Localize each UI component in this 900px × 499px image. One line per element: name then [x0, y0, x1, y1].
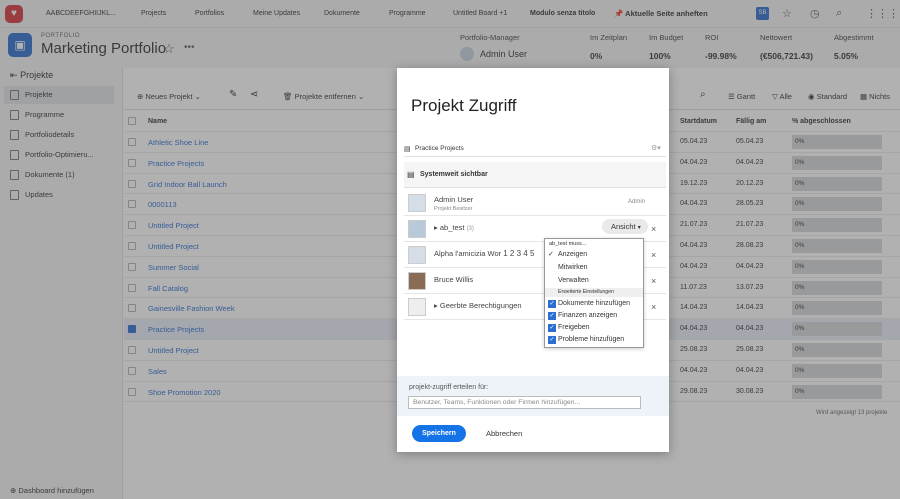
avatar	[408, 194, 426, 212]
chevron-down-icon: ▾	[637, 225, 641, 231]
advanced-settings-header[interactable]: Erweiterte Einstellungen	[545, 288, 643, 297]
advanced-settings-label: Erweiterte Einstellungen	[558, 289, 614, 295]
project-name: Practice Projects	[415, 145, 464, 152]
user-name-extra: 1 2 3 4 5	[503, 249, 535, 258]
remove-user-icon[interactable]: ×	[651, 302, 656, 312]
system-visible-label: Systemweit sichtbar	[420, 171, 488, 178]
menu-item-view[interactable]: Anzeigen	[558, 251, 587, 258]
remove-user-icon[interactable]: ×	[651, 276, 656, 286]
user-name: Admin User	[434, 195, 474, 204]
avatar	[408, 272, 426, 290]
user-row: Admin User Projekt Besitzer Admin	[404, 190, 666, 216]
checkbox-checked[interactable]: ✓	[548, 312, 556, 320]
checkbox-checked[interactable]: ✓	[548, 300, 556, 308]
option-add-documents[interactable]: Dokumente hinzufügen	[558, 300, 630, 307]
checkbox-checked[interactable]: ✓	[548, 324, 556, 332]
inherited-permissions-label: Geerbte Berechtigungen	[439, 301, 522, 310]
project-icon: ▤	[404, 146, 411, 153]
inherited-permissions-toggle[interactable]: ▸ Geerbte Berechtigungen	[434, 301, 522, 310]
building-icon: ▤	[407, 170, 415, 179]
share-section: projekt-zugriff erteilen für: Benutzer, …	[397, 376, 669, 416]
user-role: Projekt Besitzer	[434, 206, 473, 212]
member-count: (3)	[466, 226, 474, 232]
avatar	[408, 246, 426, 264]
option-add-issues[interactable]: Probleme hinzufügen	[558, 336, 624, 343]
dialog-title: Projekt Zugriff	[411, 96, 517, 115]
option-share[interactable]: Freigeben	[558, 324, 590, 331]
checkbox-checked[interactable]: ✓	[548, 336, 556, 344]
user-name[interactable]: ▸ ab_test (3)	[434, 223, 474, 232]
cancel-button[interactable]: Abbrechen	[486, 429, 522, 438]
share-input[interactable]: Benutzer, Teams, Funktionen oder Firmen …	[408, 396, 641, 409]
share-label: projekt-zugriff erteilen für:	[409, 384, 489, 391]
lock-folder-icon	[408, 298, 426, 316]
menu-item-manage[interactable]: Verwalten	[558, 277, 589, 284]
access-level-label: Ansicht	[611, 222, 636, 231]
access-level-dropdown[interactable]: Ansicht ▾	[602, 219, 648, 234]
user-name: Alpha l'amicizia Wor 1 2 3 4 5	[434, 249, 534, 258]
team-avatar	[408, 220, 426, 238]
checkmark-icon: ✓	[548, 251, 554, 258]
admin-badge: Admin	[628, 199, 646, 205]
user-name-text: ab_test	[439, 223, 465, 232]
remove-user-icon[interactable]: ×	[651, 250, 656, 260]
menu-item-contribute[interactable]: Mitwirken	[558, 264, 588, 271]
user-name: Bruce Willis	[434, 275, 474, 284]
project-selector[interactable]: ▤ Practice Projects ⚙▾	[404, 141, 666, 157]
system-visible-row: ▤ Systemweit sichtbar	[404, 162, 666, 188]
access-dropdown-menu: ab_test muss... ✓ Anzeigen Mitwirken Ver…	[544, 238, 644, 348]
settings-gear-icon[interactable]: ⚙▾	[651, 144, 661, 152]
user-name-text: Alpha l'amicizia Wor	[434, 249, 502, 258]
dropdown-heading: ab_test muss...	[549, 241, 587, 247]
option-view-finance[interactable]: Finanzen anzeigen	[558, 312, 617, 319]
remove-user-icon[interactable]: ×	[651, 224, 656, 234]
save-button[interactable]: Speichern	[412, 425, 466, 442]
